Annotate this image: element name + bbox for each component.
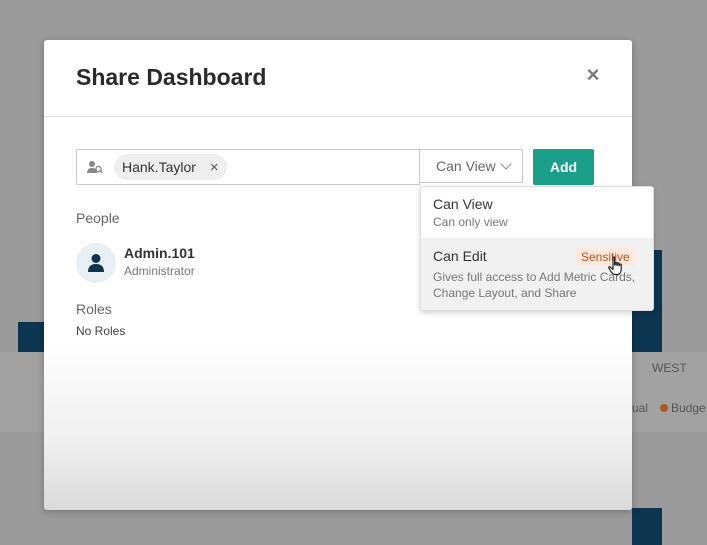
chevron-down-icon (500, 158, 512, 170)
user-search-input[interactable]: Hank.Taylor × (76, 149, 420, 185)
add-button[interactable]: Add (533, 149, 594, 185)
roles-label: Roles (76, 301, 112, 317)
option-can-view[interactable]: Can View Can only view (421, 187, 653, 237)
user-icon (88, 254, 104, 272)
permission-select-value: Can View (436, 158, 496, 174)
modal-title: Share Dashboard (76, 64, 267, 90)
legend-budget-label: Budge (671, 401, 706, 415)
option-title: Can View (433, 196, 493, 212)
legend-budget-dot (660, 404, 668, 412)
user-name: Admin.101 (124, 245, 195, 261)
legend-actual-label: ual (632, 401, 649, 415)
region-label: WEST (652, 361, 687, 375)
chart-bar (18, 322, 44, 352)
option-title: Can Edit (433, 248, 487, 264)
sensitive-badge: Sensitive (576, 248, 635, 266)
people-label: People (76, 210, 120, 226)
selected-user-chip: Hank.Taylor × (114, 154, 227, 180)
avatar (76, 243, 116, 283)
permission-dropdown: Can View Can only view Can Edit Sensitiv… (420, 186, 654, 311)
chip-remove-icon[interactable]: × (210, 159, 219, 176)
user-search-icon (87, 161, 104, 174)
chip-label: Hank.Taylor (122, 159, 196, 175)
modal-header: Share Dashboard × (44, 40, 632, 117)
no-roles-text: No Roles (76, 324, 126, 338)
chart-bar (632, 508, 662, 545)
hand-pointer-icon (608, 256, 622, 276)
permission-select[interactable]: Can View (419, 149, 523, 183)
user-role: Administrator (124, 264, 195, 278)
option-description: Can only view (433, 215, 508, 229)
close-button[interactable]: × (584, 64, 602, 86)
